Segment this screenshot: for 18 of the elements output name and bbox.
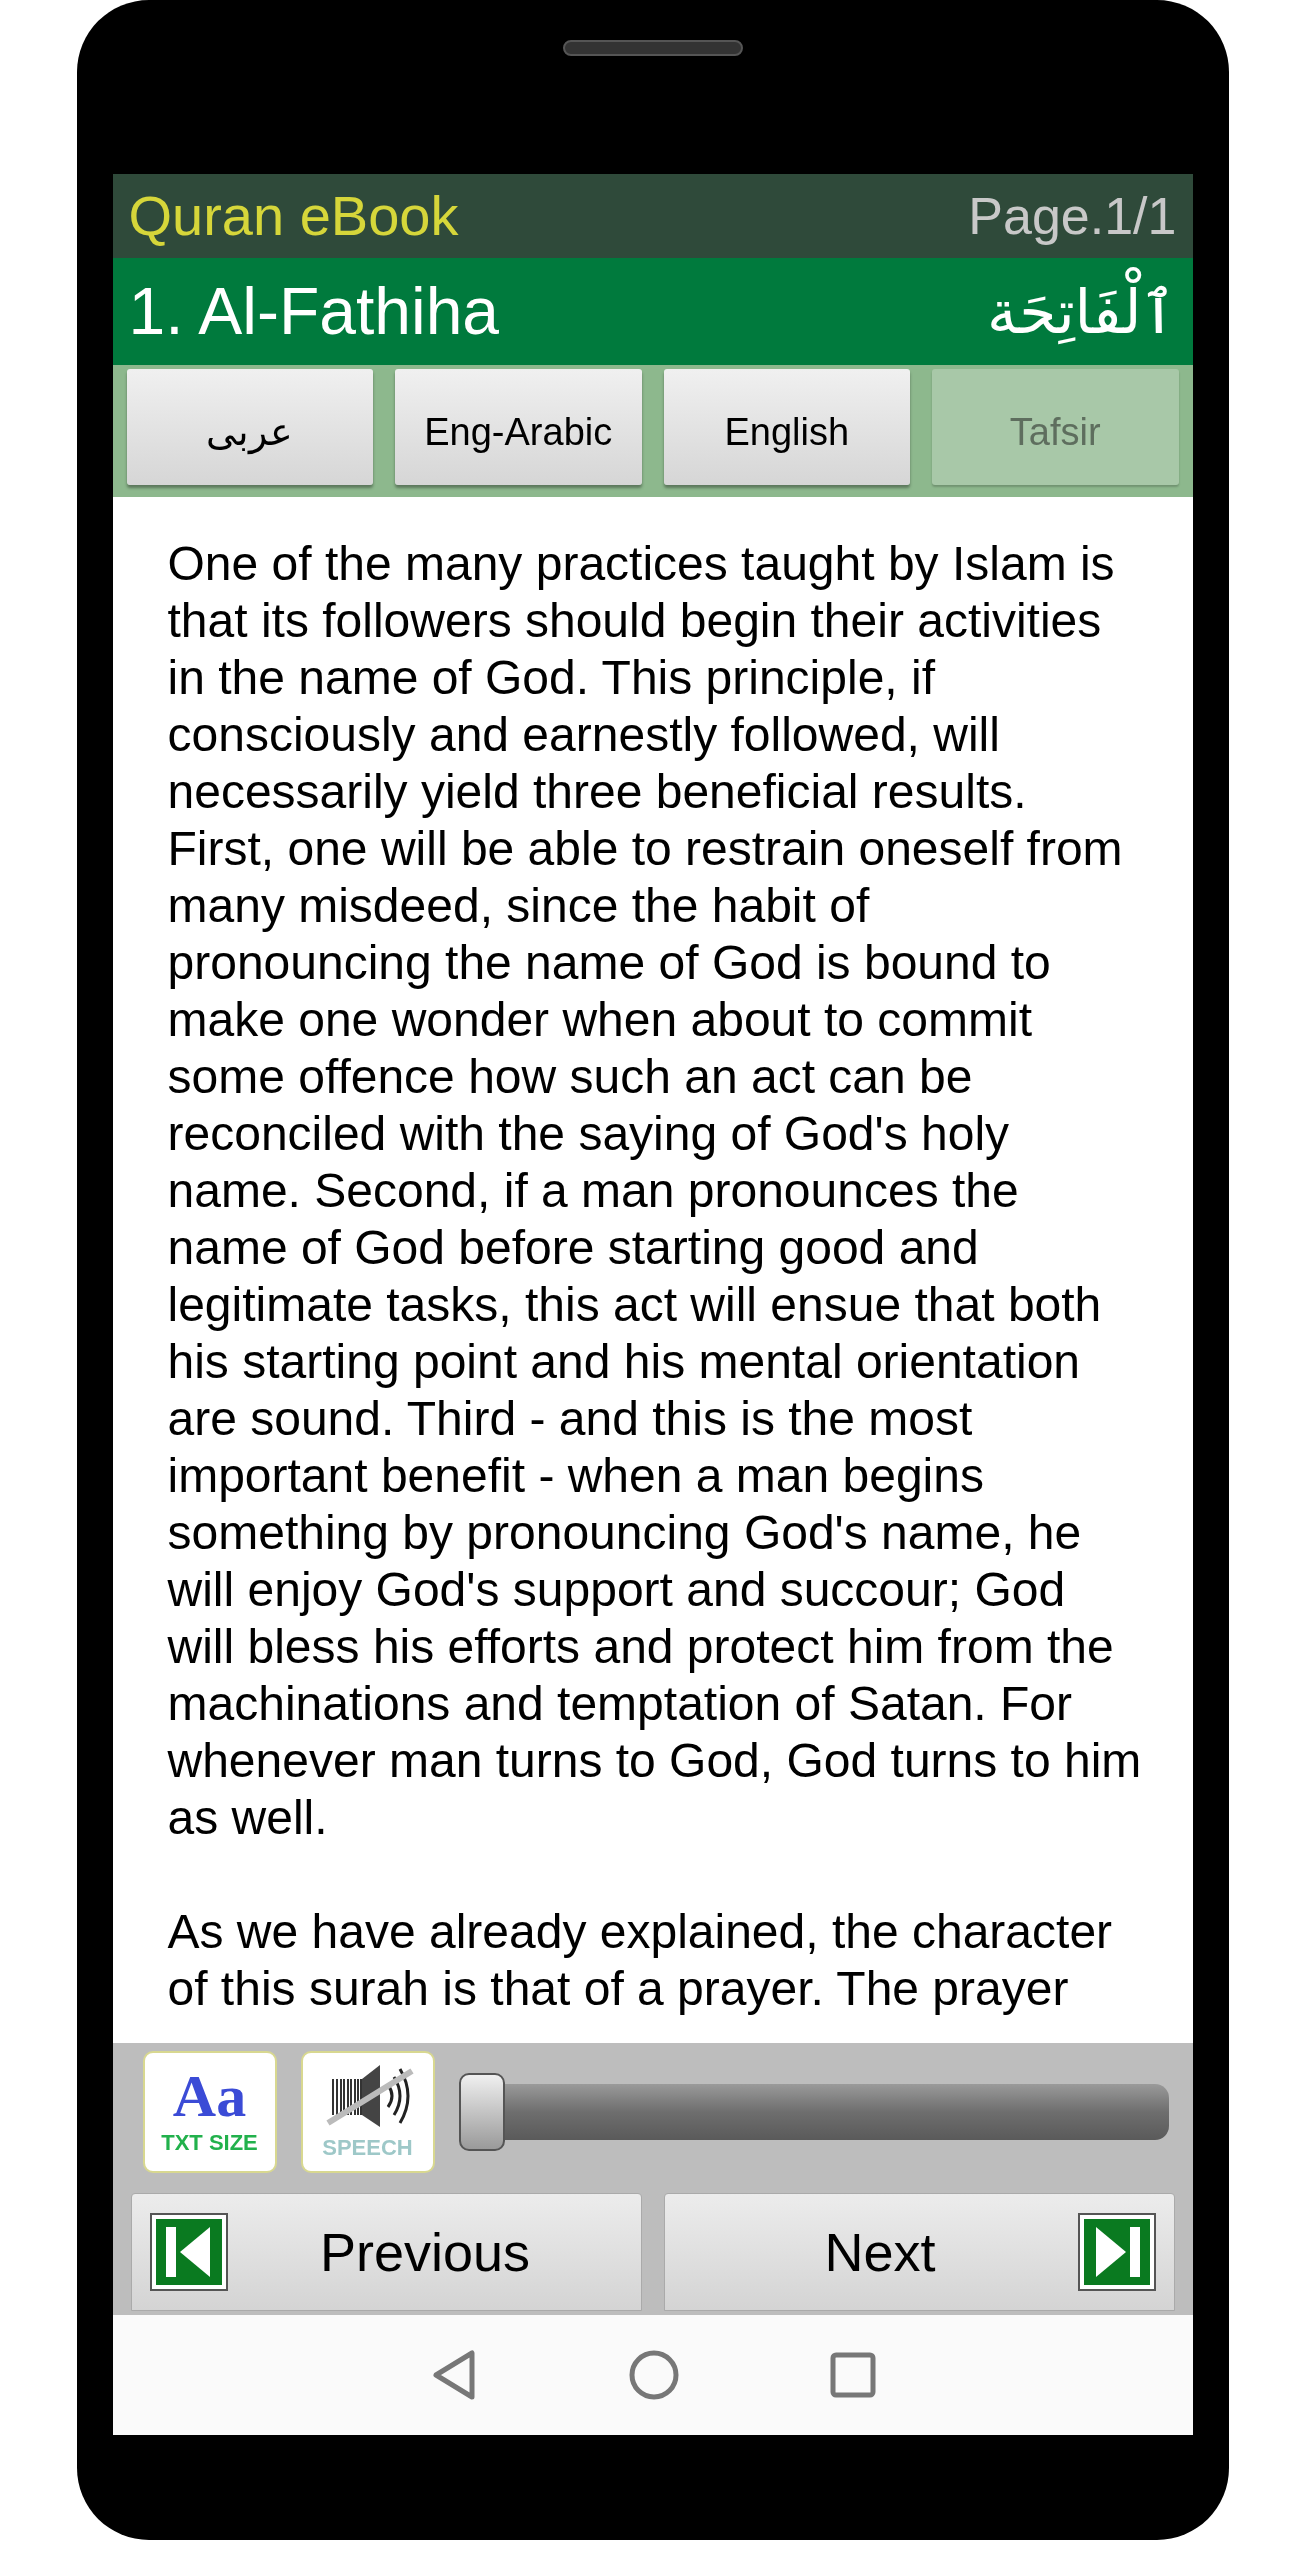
tab[interactable]: Eng-Arabic — [395, 369, 642, 485]
surah-arabic-title: ٱلْفَاتِحَة — [987, 266, 1177, 357]
previous-button[interactable]: Previous — [130, 2193, 642, 2311]
slider-thumb[interactable] — [458, 2073, 505, 2151]
speech-slider[interactable] — [458, 2071, 1169, 2153]
surah-title: 1. Al-Fathiha — [128, 273, 500, 350]
home-icon[interactable] — [627, 2349, 680, 2401]
recents-icon[interactable] — [829, 2352, 876, 2398]
text-size-button[interactable]: Aa TXT SIZE — [142, 2051, 277, 2173]
tab[interactable]: English — [663, 369, 910, 485]
tab[interactable]: عربى — [126, 369, 373, 485]
app-title: Quran eBook — [128, 183, 459, 249]
skip-forward-icon — [1077, 2213, 1156, 2291]
skip-back-icon — [149, 2213, 228, 2291]
page-indicator: Page.1/1 — [968, 186, 1177, 247]
next-button[interactable]: Next — [663, 2193, 1175, 2311]
tafsir-paragraph: As we have already explained, the character of this surah is that of a prayer. The prayer — [167, 1904, 1114, 2017]
tafsir-paragraph: One of the many practices taught by Islam is that its followers should begin their activities in the name of God. This principle, if consciously and earnestly followed, will necessarily yield three beneficial results. First, one will be able to restrain oneself from many misdeed, since the habit of pronouncing the name of God is bound to make one wonder when about to commit some offence how such an act can be reconciled with the saying of God's holy name. Second, if a man pronounces the name of God before starting good and legitimate tasks, this act will ensue that both his starting point and his mental orientation are sound. Third - and this is the most important benefit - when a man begins something by pronouncing God's name, he will enjoy God's support and succour; God will bless his efforts and protect him from the machinations and temptation of Satan. For whenever man turns to God, God turns to him as well. — [167, 536, 1143, 1846]
